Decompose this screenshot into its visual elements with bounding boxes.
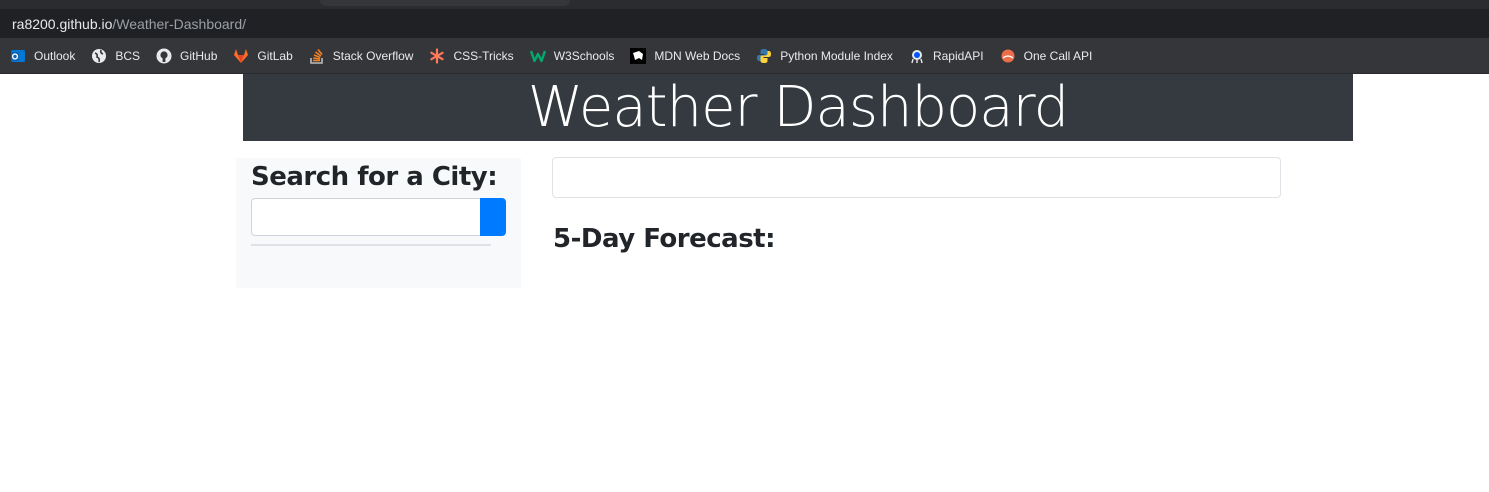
python-icon [756, 48, 772, 64]
url-path: /Weather-Dashboard/ [112, 15, 247, 32]
bookmark-label: GitLab [257, 48, 293, 63]
w3schools-icon [529, 48, 546, 64]
bookmark-label: GitHub [180, 48, 218, 63]
search-sidebar: Search for a City: [236, 158, 521, 288]
active-tab-edge [320, 0, 570, 6]
openweather-icon [1000, 48, 1016, 64]
globe-icon [91, 48, 107, 64]
search-group [251, 198, 506, 236]
bookmark-label: W3Schools [553, 48, 615, 63]
search-history-divider [251, 244, 491, 246]
bookmark-one-call-api[interactable]: One Call API [1000, 48, 1093, 64]
city-search-input[interactable] [251, 198, 480, 236]
bookmark-gitlab[interactable]: GitLab [233, 48, 293, 64]
bookmark-label: Stack Overflow [332, 48, 414, 63]
bookmark-label: CSS-Tricks [453, 48, 514, 63]
forecast-heading: 5-Day Forecast: [553, 224, 776, 254]
bookmark-outlook[interactable]: Outlook [10, 48, 75, 64]
outlook-icon [10, 48, 26, 64]
mdn-icon [630, 47, 647, 64]
search-heading: Search for a City: [251, 162, 498, 192]
bookmark-rapidapi[interactable]: RapidAPI [909, 48, 984, 64]
bookmark-label: Python Module Index [780, 48, 893, 63]
address-bar[interactable]: ra8200.github.io/Weather-Dashboard/ [0, 9, 1489, 38]
bookmark-python[interactable]: Python Module Index [756, 48, 893, 64]
bookmark-label: RapidAPI [932, 48, 984, 63]
url-text[interactable]: ra8200.github.io/Weather-Dashboard/ [12, 16, 246, 32]
github-icon [156, 48, 172, 64]
bookmark-label: One Call API [1023, 48, 1093, 63]
gitlab-icon [233, 48, 249, 64]
bookmark-w3schools[interactable]: W3Schools [529, 48, 615, 64]
stackoverflow-icon [309, 48, 325, 64]
bookmark-mdn[interactable]: MDN Web Docs [630, 47, 741, 64]
bookmark-label: MDN Web Docs [654, 48, 741, 63]
page-content: Weather Dashboard Search for a City: 5-D… [0, 74, 1489, 492]
bookmark-css-tricks[interactable]: CSS-Tricks [429, 47, 514, 64]
current-weather-card [552, 157, 1281, 198]
rapidapi-icon [909, 48, 925, 64]
bookmark-bcs[interactable]: BCS [91, 48, 140, 64]
page-title: Weather Dashboard [527, 75, 1069, 140]
bookmark-label: Outlook [34, 48, 76, 63]
css-tricks-icon [429, 47, 445, 64]
bookmark-stackoverflow[interactable]: Stack Overflow [309, 48, 414, 64]
tab-strip [0, 0, 1489, 9]
url-host: ra8200.github.io [12, 15, 113, 32]
bookmarks-bar: Outlook BCS GitHub GitLab Stack Overflow… [0, 38, 1489, 74]
bookmark-label: BCS [115, 48, 141, 63]
search-button[interactable] [480, 198, 506, 236]
bookmark-github[interactable]: GitHub [156, 48, 217, 64]
header-banner: Weather Dashboard [243, 74, 1353, 141]
